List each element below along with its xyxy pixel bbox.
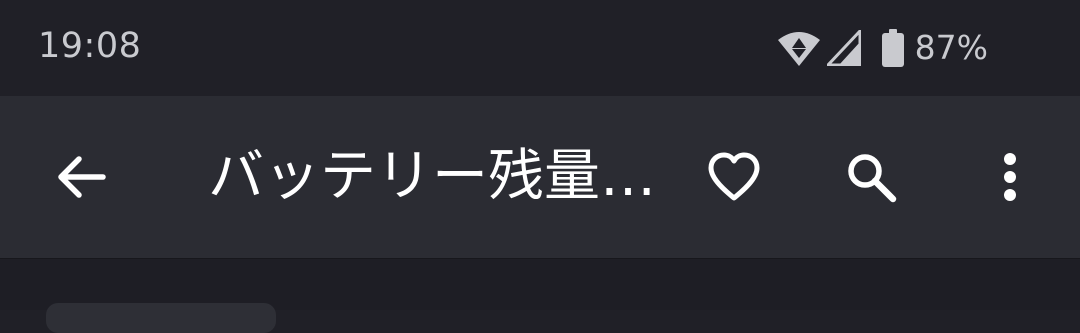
wifi-icon [777, 28, 827, 68]
more-vert-icon [1004, 153, 1016, 201]
status-bar: 19:08 87% [0, 0, 1080, 96]
status-time: 19:08 [38, 26, 142, 66]
battery-icon [881, 29, 915, 67]
more-options-button[interactable] [974, 141, 1046, 213]
back-arrow-icon [58, 156, 106, 198]
search-icon [848, 154, 897, 203]
content-area [0, 258, 1080, 333]
battery-percent: 87% [914, 28, 988, 67]
content-chip[interactable] [46, 303, 276, 333]
page-title: バッテリー残量… [208, 144, 656, 209]
cell-signal-icon [826, 30, 881, 66]
app-bar: バッテリー残量… [0, 96, 1080, 258]
back-button[interactable] [41, 141, 121, 213]
search-button[interactable] [835, 141, 907, 213]
heart-icon [708, 152, 760, 201]
favorite-button[interactable] [698, 141, 770, 213]
status-icons: 87% [777, 26, 988, 70]
